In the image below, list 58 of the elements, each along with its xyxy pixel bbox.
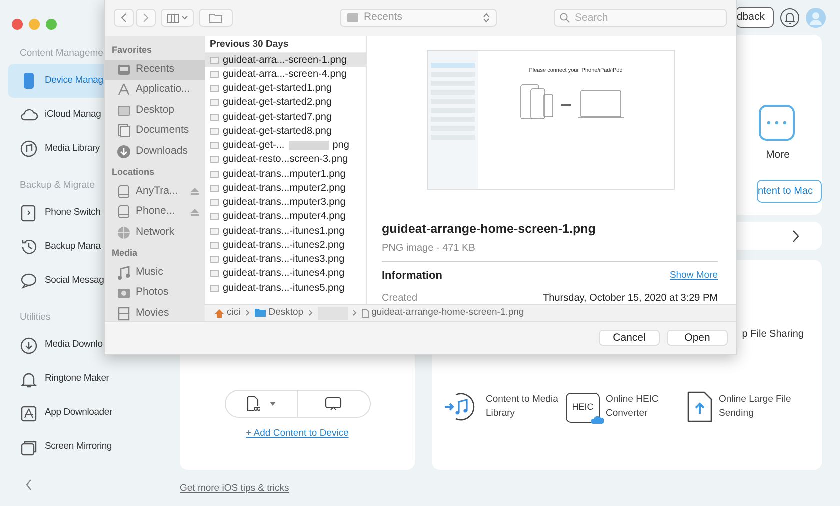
open-button[interactable]: Open: [667, 330, 728, 346]
section-title: Utilities: [20, 312, 51, 324]
path-segment[interactable]: cici: [215, 306, 241, 320]
export-button[interactable]: ntent to Mac: [756, 180, 822, 203]
search-field[interactable]: Search: [554, 9, 727, 27]
sidebar-item[interactable]: Desktop: [105, 100, 205, 121]
file-name: guideat-arrange-home-screen-1.png: [382, 221, 597, 238]
feedback-button[interactable]: dback: [736, 6, 774, 28]
file-row[interactable]: guideat-arra...-screen-4.png: [205, 67, 366, 82]
sidebar-item[interactable]: Network: [105, 222, 205, 243]
section-title: Favorites: [111, 44, 154, 57]
section-title: Locations: [111, 166, 156, 179]
add-content-link[interactable]: + Add Content to Device: [246, 427, 349, 442]
file-row[interactable]: guideat-trans...-itunes5.png: [205, 281, 366, 296]
sidebar-item[interactable]: Photos: [105, 283, 205, 304]
file-row[interactable]: guideat-resto...screen-3.png: [205, 152, 366, 167]
section-title: Information: [382, 268, 442, 284]
path-segment[interactable]: guideat-arrange-home-screen-1.png: [362, 306, 524, 320]
section-title: Media: [111, 247, 139, 260]
info-label: Created: [382, 292, 418, 304]
sidebar-item[interactable]: Ringtone Maker: [8, 362, 157, 397]
file-row[interactable]: guideat-trans...-itunes3.png: [205, 252, 366, 267]
tool-label[interactable]: Online Large File Sending: [719, 392, 797, 420]
sidebar-item[interactable]: App Downloader: [8, 396, 157, 431]
section-title: Content Manageme: [20, 48, 104, 60]
tool-label[interactable]: Content to Media Library: [486, 392, 566, 420]
sidebar-item[interactable]: Music: [105, 262, 205, 283]
sidebar-item[interactable]: Downloads: [105, 142, 205, 162]
section-title: Backup & Migrate: [20, 180, 95, 192]
file-row[interactable]: guideat-get-started2.png: [205, 96, 366, 110]
path-segment[interactable]: Desktop: [254, 306, 304, 320]
file-row[interactable]: guideat-trans...-itunes1.png: [205, 224, 366, 238]
sidebar-item[interactable]: Media Downlo: [8, 328, 157, 363]
show-more-link[interactable]: Show More: [670, 268, 718, 284]
file-row[interactable]: guideat-trans...mputer1.png: [205, 167, 366, 182]
file-row[interactable]: guideat-get-started7.png: [205, 110, 366, 124]
file-row[interactable]: guideat-get-... png: [205, 138, 366, 153]
sidebar-item[interactable]: Screen Mirroring: [8, 430, 157, 465]
tool-label[interactable]: Online HEIC Converter: [606, 392, 687, 420]
sidebar-item[interactable]: Movies: [105, 304, 205, 321]
sidebar-item[interactable]: Documents: [105, 121, 205, 142]
tile-label: More: [766, 148, 790, 163]
file-row[interactable]: guideat-trans...-itunes4.png: [205, 266, 366, 281]
sidebar-item[interactable]: AnyTra...: [105, 182, 205, 202]
file-row[interactable]: guideat-trans...mputer2.png: [205, 181, 366, 196]
file-row[interactable]: guideat-trans...mputer4.png: [205, 210, 366, 224]
file-row[interactable]: guideat-get-started1.png: [205, 82, 366, 96]
tips-link[interactable]: Get more iOS tips & tricks: [180, 482, 290, 496]
file-row[interactable]: guideat-arra...-screen-1.png: [205, 53, 366, 68]
file-row[interactable]: guideat-trans...-itunes2.png: [205, 238, 366, 252]
info-value: Thursday, October 15, 2020 at 3:29 PM: [543, 292, 718, 304]
sidebar-item[interactable]: Recents: [105, 60, 205, 80]
file-row[interactable]: guideat-get-started8.png: [205, 124, 366, 138]
sidebar-item[interactable]: Phone...: [105, 202, 205, 222]
file-row[interactable]: guideat-trans...mputer3.png: [205, 196, 366, 210]
tool-label: p File Sharing: [742, 328, 804, 342]
cancel-button[interactable]: Cancel: [599, 330, 660, 346]
file-kind: PNG image - 471 KB: [382, 240, 718, 262]
